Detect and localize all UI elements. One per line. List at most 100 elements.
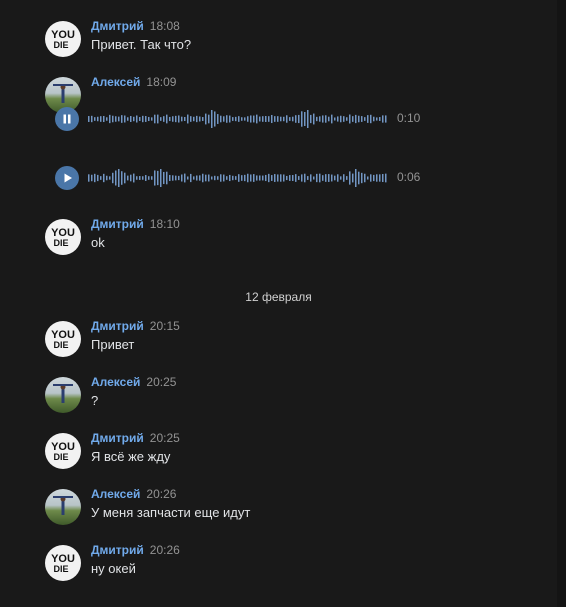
waveform-bar [322, 175, 324, 181]
waveform-bar [352, 116, 354, 122]
waveform-bar [259, 175, 261, 181]
waveform-bar [328, 174, 330, 182]
waveform-bar [112, 172, 114, 184]
waveform-bar [172, 116, 174, 122]
author-name[interactable]: Алексей [91, 487, 140, 501]
waveform-bar [361, 116, 363, 122]
waveform-bar [280, 116, 282, 122]
waveform-bar [223, 174, 225, 182]
author-name[interactable]: Дмитрий [91, 431, 144, 445]
avatar[interactable]: YOU DIE [45, 21, 81, 57]
waveform-bar [193, 176, 195, 180]
audio-waveform[interactable] [88, 108, 388, 130]
audio-message: 0:06 [55, 166, 435, 190]
waveform-bar [253, 174, 255, 182]
waveform-bar [157, 114, 159, 124]
waveform-bar [166, 171, 168, 185]
avatar[interactable] [45, 489, 81, 525]
waveform-bar [247, 116, 249, 122]
waveform-bar [139, 117, 141, 121]
waveform-bar [115, 116, 117, 122]
waveform-bar [160, 169, 162, 187]
waveform-bar [142, 115, 144, 123]
author-name[interactable]: Дмитрий [91, 217, 144, 231]
pause-button[interactable] [55, 107, 79, 131]
waveform-bar [319, 173, 321, 183]
waveform-bar [376, 174, 378, 182]
waveform-bar [103, 173, 105, 183]
waveform-bar [379, 117, 381, 121]
waveform-bar [88, 174, 90, 182]
waveform-bar [358, 115, 360, 123]
waveform-bar [154, 114, 156, 124]
waveform-bar [127, 175, 129, 181]
waveform-bar [181, 116, 183, 122]
waveform-bar [148, 116, 150, 122]
waveform-bar [238, 116, 240, 122]
author-name[interactable]: Дмитрий [91, 543, 144, 557]
audio-waveform[interactable] [88, 167, 388, 189]
waveform-bar [364, 173, 366, 183]
waveform-bar [97, 116, 99, 122]
waveform-bar [97, 174, 99, 182]
waveform-bar [376, 117, 378, 121]
avatar[interactable]: YOU DIE [45, 433, 81, 469]
waveform-bar [301, 174, 303, 182]
waveform-bar [181, 174, 183, 182]
author-name[interactable]: Дмитрий [91, 319, 144, 333]
play-button[interactable] [55, 166, 79, 190]
author-name[interactable]: Дмитрий [91, 19, 144, 33]
message-time: 20:25 [149, 431, 180, 445]
avatar[interactable] [45, 377, 81, 413]
waveform-bar [169, 116, 171, 122]
waveform-bar [382, 173, 384, 183]
waveform-bar [103, 115, 105, 123]
svg-text:DIE: DIE [53, 40, 68, 50]
waveform-bar [205, 113, 207, 125]
waveform-bar [202, 173, 204, 183]
svg-text:DIE: DIE [53, 564, 68, 574]
waveform-bar [337, 174, 339, 182]
waveform-bar [334, 117, 336, 121]
waveform-bar [268, 116, 270, 122]
waveform-bar [187, 114, 189, 124]
waveform-bar [217, 114, 219, 124]
waveform-bar [316, 173, 318, 183]
waveform-bar [370, 114, 372, 124]
waveform-bar [226, 176, 228, 180]
waveform-bar [211, 176, 213, 180]
waveform-bar [121, 115, 123, 123]
waveform-bar [187, 176, 189, 180]
waveform-bar [247, 173, 249, 183]
waveform-bar [196, 115, 198, 123]
waveform-bar [289, 175, 291, 181]
waveform-bar [298, 114, 300, 124]
svg-text:DIE: DIE [53, 340, 68, 350]
avatar[interactable]: YOU DIE [45, 219, 81, 255]
waveform-bar [253, 115, 255, 123]
waveform-bar [229, 174, 231, 182]
avatar[interactable]: YOU DIE [45, 321, 81, 357]
scrollbar[interactable] [557, 0, 566, 607]
waveform-bar [301, 111, 303, 127]
waveform-bar [94, 173, 96, 183]
waveform-bar [334, 175, 336, 181]
message-text: ok [91, 235, 105, 250]
svg-text:DIE: DIE [53, 238, 68, 248]
waveform-bar [385, 173, 387, 183]
author-name[interactable]: Алексей [91, 75, 140, 89]
waveform-bar [166, 114, 168, 124]
waveform-bar [133, 173, 135, 183]
waveform-bar [283, 174, 285, 182]
waveform-bar [190, 173, 192, 183]
waveform-bar [304, 112, 306, 126]
waveform-bar [382, 115, 384, 123]
pause-icon [63, 114, 71, 124]
message-text: У меня запчасти еще идут [91, 505, 251, 520]
message-time: 20:15 [149, 319, 180, 333]
author-name[interactable]: Алексей [91, 375, 140, 389]
waveform-bar [106, 175, 108, 181]
waveform-bar [196, 175, 198, 181]
avatar[interactable]: YOU DIE [45, 545, 81, 581]
waveform-bar [136, 176, 138, 180]
